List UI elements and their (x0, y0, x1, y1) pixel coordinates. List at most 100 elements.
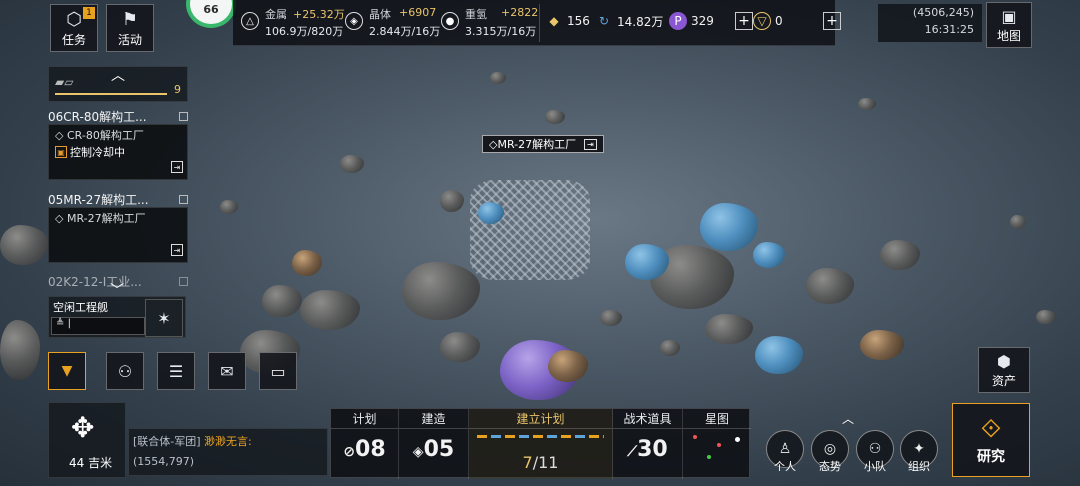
rank-counter[interactable]: ◆ 156 (545, 10, 590, 32)
chat-preview[interactable]: [联合体-军团] 渺渺无言: (1554,797) (128, 428, 328, 476)
lock-icon: ≜ (56, 318, 65, 329)
task-body[interactable]: ◇ MR-27解构工厂 ⇥ (48, 207, 188, 263)
clock-time: 16:31:25 (924, 23, 974, 36)
collapse-icon[interactable] (179, 276, 188, 286)
plan-value: 08 (355, 437, 386, 462)
energy-counter[interactable]: ↻ 14.82万 (595, 10, 663, 32)
resource-name: 重氢 (465, 8, 487, 21)
map-label: 地图 (996, 28, 1021, 43)
asteroid (0, 320, 40, 380)
mail-button[interactable]: ✉ (208, 352, 246, 390)
asteroid (545, 110, 565, 124)
build-tab[interactable]: 建造 ◈05 (399, 409, 469, 479)
asteroid (1010, 215, 1026, 229)
tactical-items-tab[interactable]: 战术道具 ⟋30 (613, 409, 683, 479)
idle-ship-label: 空闲工程舰 (53, 301, 108, 314)
metal-icon: △ (241, 12, 259, 30)
asteroid (860, 330, 904, 360)
minimap-dot (717, 443, 721, 447)
resource-bar: △ 金属 +25.32万 106.9万/820万 ◈ 晶体 +6907 2.84… (233, 0, 841, 46)
plan-label: 计划 (331, 409, 398, 429)
exit-icon[interactable]: ⇥ (171, 161, 183, 173)
clipboard-button[interactable]: ☰ (157, 352, 195, 390)
locate-icon: ✥ (71, 411, 95, 444)
chat-coordinates[interactable]: (1554,797) (133, 455, 194, 468)
diamond-icon: ◇ (55, 212, 67, 225)
exit-icon[interactable]: ⇥ (171, 244, 183, 256)
starmap-tab[interactable]: 星图 (683, 409, 751, 479)
locate-button[interactable]: ✥ 44 吉米 (48, 402, 126, 478)
distance-label: 44 吉米 (69, 456, 113, 470)
plan-icon: ⊘ (343, 444, 356, 460)
resource-name: 金属 (265, 8, 287, 21)
plan-bar: 计划 ⊘08 建造 ◈05 建立计划 7/11 战术道具 ⟋30 星图 (330, 408, 751, 479)
establish-total: /11 (532, 453, 559, 472)
plan-tab[interactable]: 计划 ⊘08 (331, 409, 399, 479)
rank-value: 156 (567, 14, 590, 28)
triangle-down-icon: ▼ (61, 363, 73, 379)
diamond-icon: ◇ (55, 129, 67, 142)
minimap-dot (735, 437, 740, 442)
squad-label: 小队 (864, 460, 886, 473)
add-gold-button[interactable]: + (823, 12, 841, 30)
assets-label: 资产 (991, 373, 1016, 388)
activity-button[interactable]: ⚑ 活动 (106, 4, 154, 52)
minimap-dot (693, 435, 697, 439)
task-badge: 1 (83, 7, 95, 19)
chat-button[interactable]: ▭ (259, 352, 297, 390)
collapse-icon[interactable] (179, 111, 188, 121)
cube-icon: ⬢ (997, 351, 1011, 371)
chevron-up-icon[interactable]: ︿ (111, 65, 125, 85)
chat-channel: [联合体-军团] (133, 435, 201, 448)
add-premium-button[interactable]: + (735, 12, 753, 30)
premium-counter[interactable]: P 329 + (669, 10, 753, 32)
asteroid (753, 242, 785, 268)
starmap-minimap[interactable] (689, 433, 745, 473)
task-body[interactable]: ◇ CR-80解构工厂 ▣ 控制冷却中 ⇥ (48, 124, 188, 180)
task-title: 06CR-80解构工... (48, 109, 147, 124)
idle-ship-input-value: | (67, 318, 71, 329)
situation-label: 态势 (819, 460, 841, 473)
resource-metal[interactable]: △ 金属 +25.32万 106.9万/820万 (241, 6, 345, 40)
collapse-icon[interactable] (179, 194, 188, 204)
research-button[interactable]: ⟐ 研究 (952, 403, 1030, 477)
level-value: 66 (203, 3, 219, 16)
ship-star-button[interactable]: ✶ (145, 299, 183, 337)
station-map-label[interactable]: ◇ MR-27解构工厂 ⇥ (482, 135, 604, 153)
establish-plan-tab[interactable]: 建立计划 7/11 (469, 409, 613, 479)
exit-icon[interactable]: ⇥ (584, 138, 597, 150)
resource-name: 晶体 (369, 8, 391, 21)
tactical-icon: ⟋ (627, 444, 638, 460)
coordinate-readout: (4506,245) 16:31:25 (878, 4, 982, 42)
map-icon: ▣ (1001, 6, 1017, 26)
gold-counter[interactable]: ▽ 0 + (753, 10, 841, 32)
fleet-progress (55, 93, 167, 95)
expand-menu-button[interactable]: ▼ (48, 352, 86, 390)
asteroid (402, 262, 480, 320)
asteroid (262, 285, 302, 317)
task-item[interactable]: 06CR-80解构工... ◇ CR-80解构工厂 ▣ 控制冷却中 ⇥ (48, 108, 188, 180)
map-button[interactable]: ▣ 地图 (986, 2, 1032, 48)
mr27-station[interactable] (470, 180, 590, 280)
research-label: 研究 (977, 449, 1005, 465)
asteroid (660, 340, 680, 356)
task-button[interactable]: ⬡ 任务 1 (50, 4, 98, 52)
organization-icon: ✦ (913, 441, 925, 457)
idle-ship-panel[interactable]: 空闲工程舰 ≜ | ✶ (48, 296, 186, 338)
establish-progress-dots (477, 435, 604, 438)
asteroid (858, 98, 876, 110)
task-item[interactable]: 05MR-27解构工... ◇ MR-27解构工厂 ⇥ (48, 191, 188, 263)
assets-button[interactable]: ⬢ 资产 (978, 347, 1030, 393)
resource-amount: 106.9万/820万 (265, 25, 344, 38)
fleet-summary[interactable]: ▰▱ ︿ 9 (48, 66, 188, 102)
build-value: 05 (423, 437, 455, 462)
idle-ship-input[interactable]: ≜ | (51, 317, 145, 335)
resource-heavy-hydrogen[interactable]: ● 重氢 +2822 3.315万/16万 (441, 6, 541, 40)
warning-icon: ▣ (55, 146, 67, 158)
asteroid (880, 240, 920, 270)
task-label: 任务 (61, 32, 86, 47)
starmap-label: 星图 (683, 409, 751, 429)
chevron-up-icon[interactable]: ︿ (842, 410, 854, 427)
fleet-management-button[interactable]: ⚇ (106, 352, 144, 390)
resource-crystal[interactable]: ◈ 晶体 +6907 2.844万/16万 (345, 6, 445, 40)
